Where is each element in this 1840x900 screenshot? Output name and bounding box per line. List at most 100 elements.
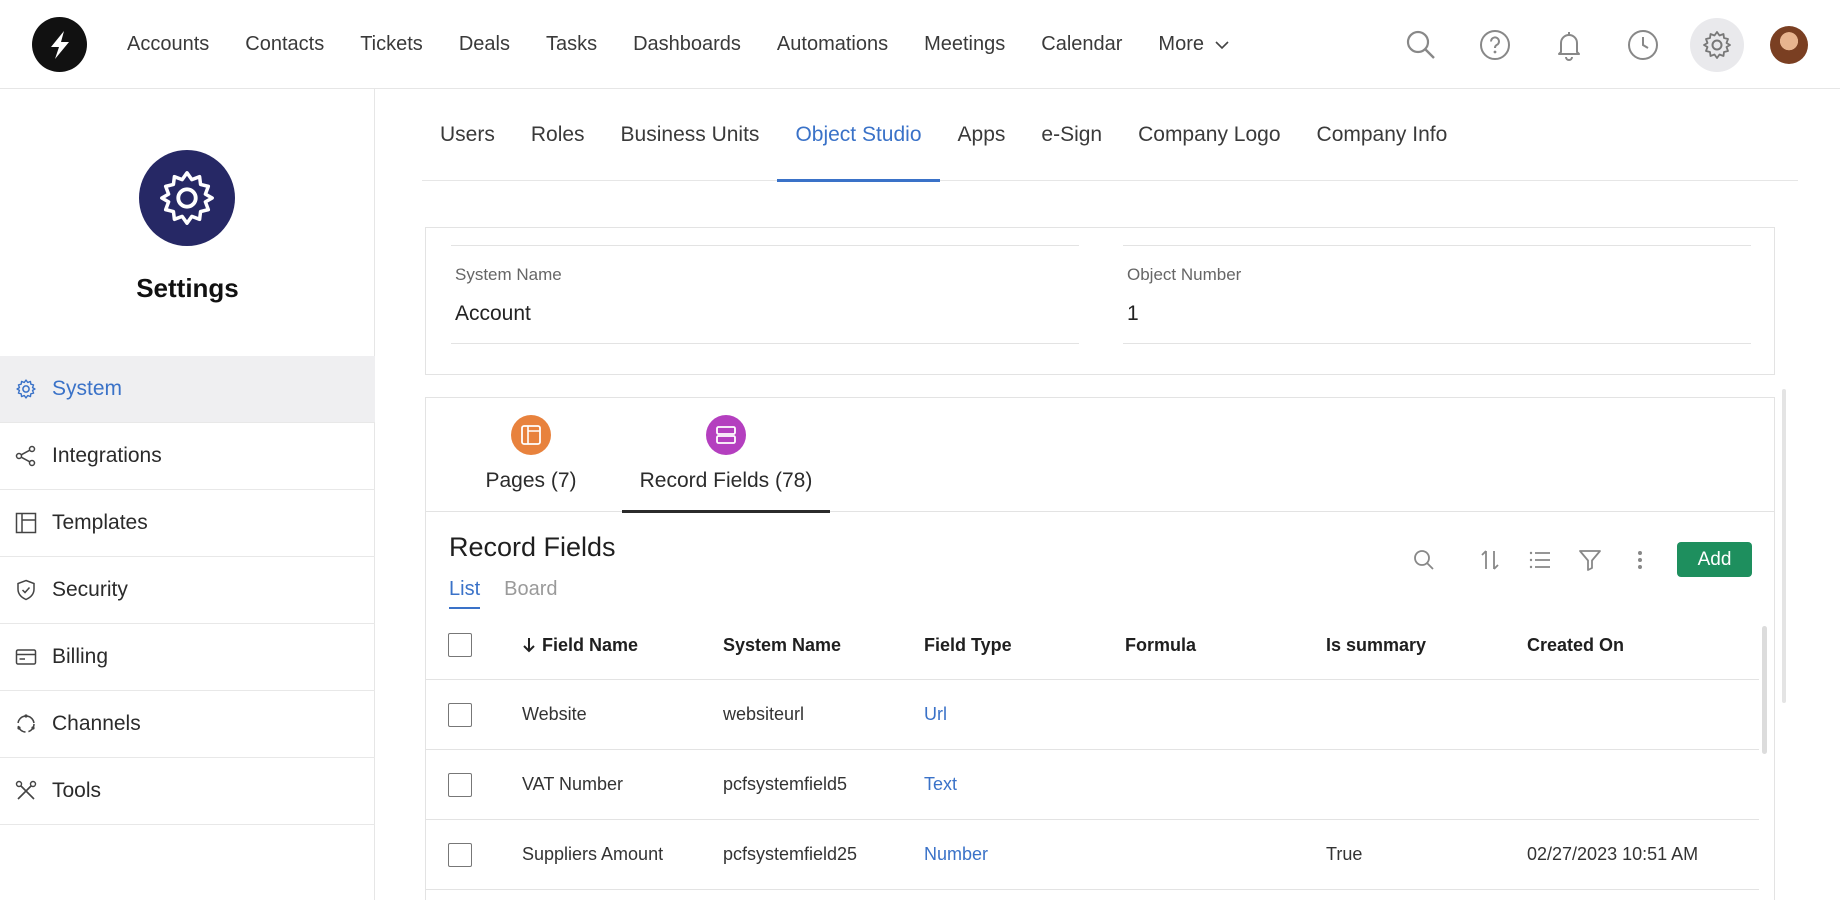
object-info-card: System Name Account Object Number 1: [425, 227, 1775, 375]
help-button[interactable]: [1468, 18, 1522, 72]
sidebar-item-label: Tools: [52, 779, 102, 802]
nav-deals[interactable]: Deals: [459, 33, 510, 56]
cell-field-type[interactable]: Number: [924, 820, 988, 889]
top-navigation-bar: Accounts Contacts Tickets Deals Tasks Da…: [0, 0, 1840, 89]
gear-icon: [14, 377, 38, 401]
view-board-tab[interactable]: Board: [504, 578, 557, 609]
tab-pages[interactable]: Pages (7): [476, 398, 586, 512]
table-row[interactable]: Website websiteurl Url: [426, 680, 1759, 750]
settings-sidebar: Settings System Integrations Templates S…: [0, 89, 375, 900]
more-options-button[interactable]: [1625, 545, 1655, 575]
select-all-checkbox[interactable]: [448, 633, 472, 657]
nav-automations[interactable]: Automations: [777, 33, 888, 56]
tab-company-info[interactable]: Company Info: [1299, 89, 1466, 181]
channels-icon: [14, 712, 38, 736]
nav-contacts[interactable]: Contacts: [245, 33, 324, 56]
sort-icon: [1481, 549, 1499, 570]
shield-icon: [14, 578, 38, 602]
sidebar-item-label: Security: [52, 578, 128, 601]
sidebar-item-tools[interactable]: Tools: [0, 758, 375, 825]
search-icon: [1414, 549, 1434, 570]
tab-apps[interactable]: Apps: [940, 89, 1024, 181]
tab-pages-label: Pages (7): [485, 469, 577, 492]
table-row[interactable]: VAT Number pcfsystemfield5 Text: [426, 750, 1759, 820]
table-scrollbar[interactable]: [1762, 626, 1767, 754]
chevron-down-icon: [1215, 40, 1229, 49]
sidebar-item-channels[interactable]: Channels: [0, 691, 375, 758]
layout-icon: [14, 511, 38, 535]
nav-tickets[interactable]: Tickets: [360, 33, 423, 56]
tab-roles[interactable]: Roles: [513, 89, 603, 181]
cell-system-name: pcfsystemfield25: [723, 844, 858, 864]
cell-system-name: websiteurl: [723, 704, 805, 724]
columns-button[interactable]: [1525, 545, 1555, 575]
select-all-checkbox-cell: [448, 611, 472, 679]
tools-icon: [14, 779, 38, 803]
tab-object-studio[interactable]: Object Studio: [777, 89, 940, 182]
cell-is-summary: True: [1326, 844, 1363, 864]
more-vertical-icon: [1638, 550, 1642, 569]
list-icon: [1529, 551, 1550, 568]
table-search-button[interactable]: [1409, 545, 1439, 575]
arrow-down-icon: [523, 638, 535, 653]
row-checkbox[interactable]: [448, 702, 472, 727]
help-icon: [1480, 29, 1510, 60]
row-checkbox[interactable]: [448, 842, 472, 867]
tab-users[interactable]: Users: [422, 89, 513, 181]
object-panel: Pages (7) Record Fields (78) Record Fiel…: [425, 397, 1775, 900]
gear-icon: [160, 171, 214, 225]
system-name-label: System Name: [455, 265, 562, 284]
sidebar-item-label: Integrations: [52, 444, 162, 467]
settings-tabs: Users Roles Business Units Object Studio…: [422, 89, 1798, 182]
cell-field-type[interactable]: Text: [924, 750, 957, 819]
nav-dashboards[interactable]: Dashboards: [633, 33, 741, 56]
column-system-name[interactable]: System Name: [723, 611, 841, 679]
notifications-button[interactable]: [1542, 18, 1596, 72]
sidebar-item-label: Templates: [52, 511, 148, 534]
nav-accounts[interactable]: Accounts: [127, 33, 209, 56]
app-logo[interactable]: [32, 17, 87, 72]
recent-button[interactable]: [1616, 18, 1670, 72]
settings-badge: [139, 150, 235, 246]
settings-button[interactable]: [1690, 17, 1744, 72]
tab-record-fields[interactable]: Record Fields (78): [622, 398, 830, 513]
top-icons: [1374, 0, 1840, 89]
sidebar-item-templates[interactable]: Templates: [0, 490, 375, 557]
tab-record-fields-label: Record Fields (78): [639, 469, 813, 492]
sort-button[interactable]: [1475, 545, 1505, 575]
cell-field-type[interactable]: Url: [924, 680, 947, 749]
column-created-on[interactable]: Created On: [1527, 611, 1624, 679]
sidebar-item-security[interactable]: Security: [0, 557, 375, 624]
filter-icon: [1579, 549, 1601, 571]
sidebar-item-billing[interactable]: Billing: [0, 624, 375, 691]
share-icon: [14, 444, 38, 468]
column-formula[interactable]: Formula: [1125, 611, 1196, 679]
row-checkbox[interactable]: [448, 772, 472, 797]
column-field-type[interactable]: Field Type: [924, 611, 1012, 679]
nav-meetings[interactable]: Meetings: [924, 33, 1005, 56]
user-avatar[interactable]: [1770, 25, 1808, 64]
object-number-field: Object Number 1: [1123, 245, 1751, 344]
nav-more[interactable]: More: [1158, 33, 1230, 56]
page-scrollbar[interactable]: [1782, 389, 1786, 703]
tab-business-units[interactable]: Business Units: [603, 89, 778, 181]
table-row[interactable]: Suppliers Amount pcfsystemfield25 Number…: [426, 820, 1759, 890]
sidebar-item-system[interactable]: System: [0, 356, 375, 423]
sidebar-item-integrations[interactable]: Integrations: [0, 423, 375, 490]
table-toolbar: Add: [1389, 542, 1752, 577]
nav-tasks[interactable]: Tasks: [546, 33, 597, 56]
add-field-button[interactable]: Add: [1677, 542, 1752, 577]
tab-company-logo[interactable]: Company Logo: [1120, 89, 1298, 181]
cell-field-name: Website: [522, 704, 587, 724]
view-list-tab[interactable]: List: [449, 578, 481, 609]
card-icon: [14, 645, 38, 669]
column-is-summary[interactable]: Is summary: [1326, 611, 1426, 679]
nav-calendar[interactable]: Calendar: [1041, 33, 1122, 56]
filter-button[interactable]: [1575, 545, 1605, 575]
search-button[interactable]: [1394, 18, 1448, 72]
system-name-field: System Name Account: [451, 245, 1079, 344]
tab-e-sign[interactable]: e-Sign: [1023, 89, 1120, 181]
add-button-label: Add: [1697, 548, 1732, 570]
panel-tabs: Pages (7) Record Fields (78): [426, 398, 1774, 513]
column-field-name[interactable]: Field Name: [522, 611, 638, 679]
